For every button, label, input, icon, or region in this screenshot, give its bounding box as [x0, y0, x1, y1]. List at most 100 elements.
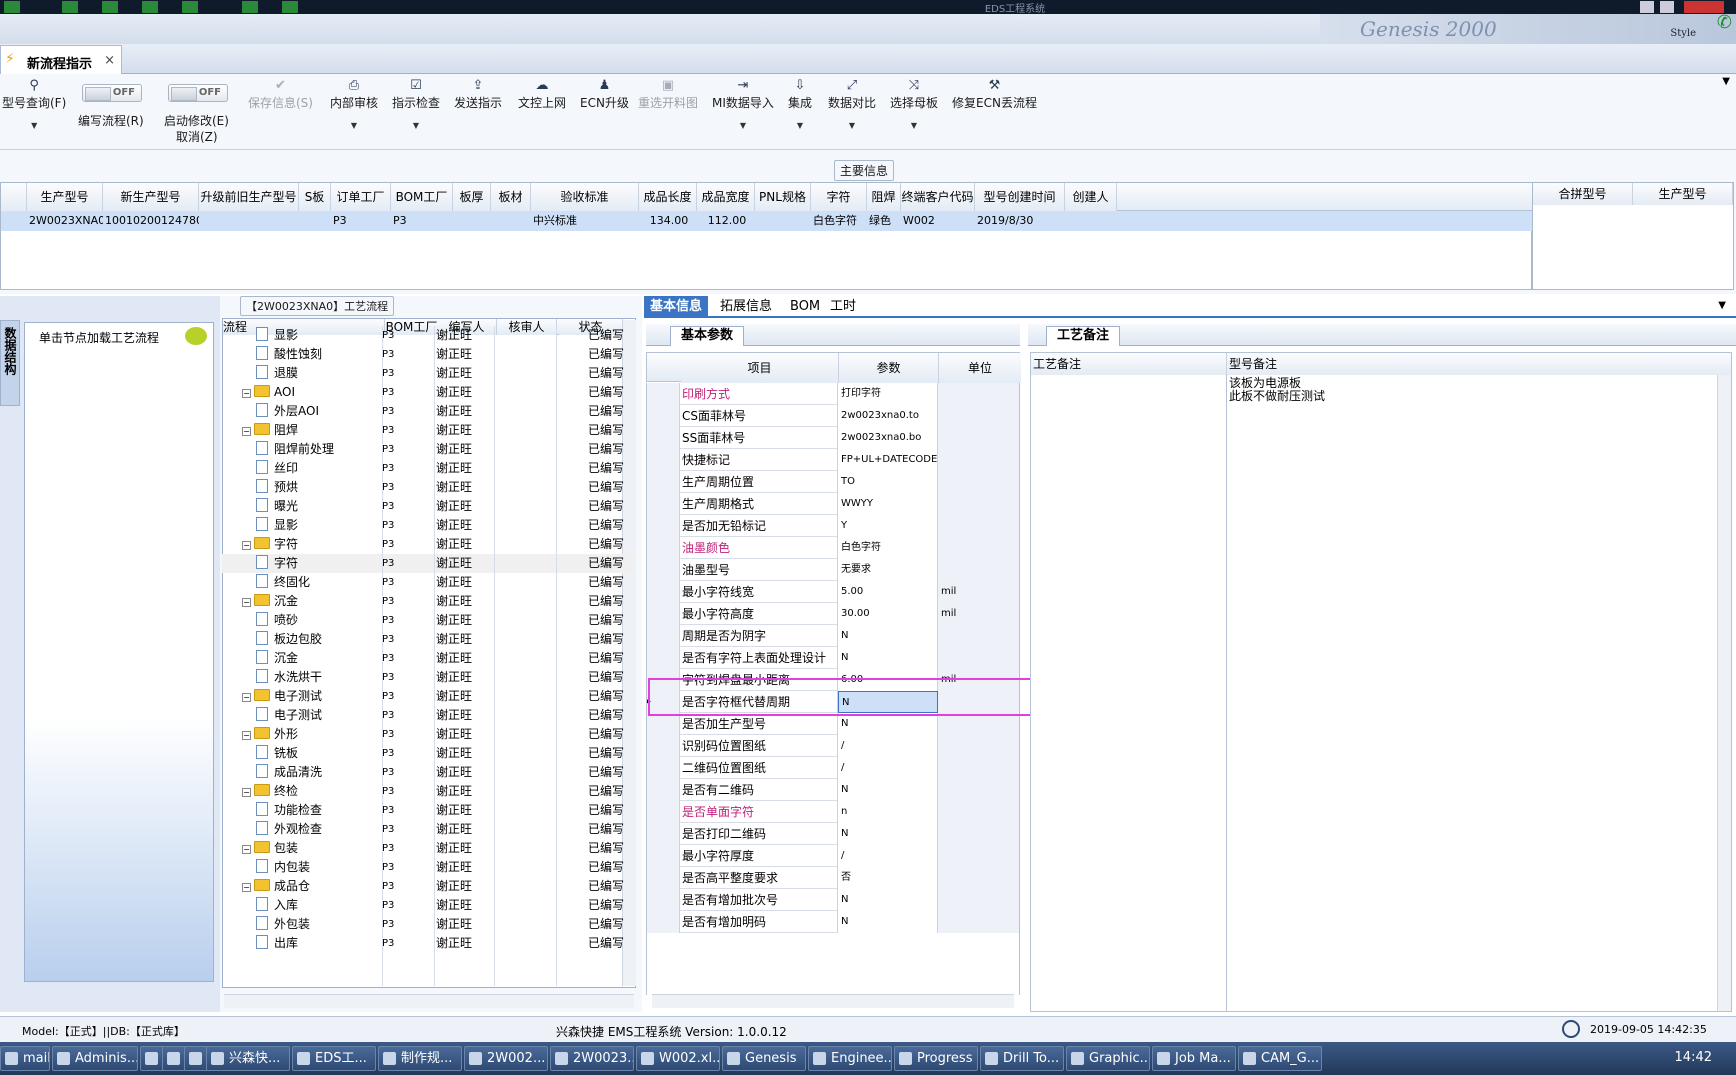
param-row[interactable]: 最小字符高度 30.00 mil [646, 603, 1020, 625]
param-row[interactable]: 生产周期格式 WWYY [646, 493, 1020, 515]
params-horizontal-scrollbar[interactable] [652, 994, 1014, 1008]
param-value[interactable]: N [838, 713, 938, 735]
tree-row[interactable]: − 电子测试 P3 谢正旺 已编写 [222, 687, 634, 706]
taskbar-item[interactable]: 制作规... [378, 1046, 462, 1071]
tree-row[interactable]: − 沉金 P3 谢正旺 已编写 [222, 592, 634, 611]
tree-row[interactable]: 退膜 P3 谢正旺 已编写 [222, 364, 634, 383]
taskbar-item[interactable]: Genesis [722, 1046, 806, 1071]
ecn-upgrade-button[interactable]: ♟ ECN升级 [580, 78, 629, 111]
taskbar-item[interactable]: Drill To... [980, 1046, 1064, 1071]
maximize-icon[interactable] [1660, 1, 1674, 13]
param-value[interactable]: 无要求 [838, 559, 938, 581]
main-col-header[interactable]: 型号创建时间 [975, 183, 1065, 211]
taskbar-item[interactable]: 兴森快... [206, 1046, 290, 1071]
tree-row[interactable]: − AOI P3 谢正旺 已编写 [222, 383, 634, 402]
param-value[interactable]: TO [838, 471, 938, 493]
param-value[interactable]: 2w0023xna0.bo [838, 427, 938, 449]
param-row[interactable]: 是否有字符上表面处理设计 N [646, 647, 1020, 669]
tree-row[interactable]: 板边包胶 P3 谢正旺 已编写 [222, 630, 634, 649]
row-indicator[interactable] [646, 427, 680, 449]
minimize-icon[interactable] [1640, 1, 1654, 13]
copy-icon[interactable] [142, 1, 158, 13]
integrate-button[interactable]: ⇩ 集成 ▼ [788, 78, 812, 130]
param-value[interactable]: N [838, 625, 938, 647]
taskbar-item[interactable]: 2W0023... [550, 1046, 634, 1071]
row-indicator[interactable] [1, 211, 27, 231]
param-row[interactable]: 印刷方式 打印字符 [646, 383, 1020, 405]
tree-row[interactable]: − 字符 P3 谢正旺 已编写 [222, 535, 634, 554]
tab-new-flow[interactable]: ⚡ 新流程指示 × [0, 45, 122, 74]
tab-basic-info[interactable]: 基本信息 [644, 296, 709, 318]
param-value[interactable]: N [838, 823, 938, 845]
collapse-icon[interactable]: − [242, 427, 251, 436]
sheet-icon[interactable] [182, 1, 198, 13]
taskbar-item[interactable] [140, 1046, 164, 1071]
main-col-header[interactable]: 创建人 [1065, 183, 1117, 211]
row-indicator[interactable] [646, 603, 680, 625]
row-indicator[interactable] [646, 845, 680, 867]
main-col-header[interactable]: PNL规格 [755, 183, 811, 211]
row-indicator[interactable] [646, 735, 680, 757]
taskbar-item[interactable]: Adminis... [52, 1046, 138, 1071]
tree-row[interactable]: 酸性蚀刻 P3 谢正旺 已编写 [222, 345, 634, 364]
param-row[interactable]: 是否加无铅标记 Y [646, 515, 1020, 537]
param-row[interactable]: 是否打印二维码 N [646, 823, 1020, 845]
row-indicator[interactable] [646, 823, 680, 845]
row-indicator[interactable] [646, 515, 680, 537]
row-indicator[interactable] [646, 713, 680, 735]
tree-row[interactable]: 预烘 P3 谢正旺 已编写 [222, 478, 634, 497]
tree-row[interactable]: 出库 P3 谢正旺 已编写 [222, 934, 634, 953]
row-indicator[interactable] [646, 493, 680, 515]
param-row[interactable]: 最小字符厚度 / [646, 845, 1020, 867]
process-note-field[interactable] [1031, 375, 1227, 1011]
main-col-header[interactable]: S板 [299, 183, 331, 211]
param-row[interactable]: 二维码位置图纸 / [646, 757, 1020, 779]
param-row[interactable]: 是否有增加明码 N [646, 911, 1020, 933]
collapse-icon[interactable]: − [242, 731, 251, 740]
param-row[interactable]: 生产周期位置 TO [646, 471, 1020, 493]
taskbar-item[interactable] [162, 1046, 186, 1071]
taskbar-item[interactable]: Graphic... [1066, 1046, 1150, 1071]
row-indicator[interactable] [646, 625, 680, 647]
taskbar-item[interactable]: 2W002... [464, 1046, 548, 1071]
tree-row[interactable]: 外包装 P3 谢正旺 已编写 [222, 915, 634, 934]
tree-row[interactable]: 曝光 P3 谢正旺 已编写 [222, 497, 634, 516]
param-value[interactable]: N [838, 889, 938, 911]
select-master-button[interactable]: ⤨ 选择母板 ▼ [890, 78, 938, 130]
main-col-header[interactable]: 字符 [811, 183, 867, 211]
instr-check-button[interactable]: ☑ 指示检查 ▼ [392, 78, 440, 130]
prod-model-header[interactable]: 生产型号 [1633, 183, 1733, 205]
tab-work-hours[interactable]: 工时 [824, 296, 862, 318]
param-row[interactable]: CS面菲林号 2w0023xna0.to [646, 405, 1020, 427]
tree-row[interactable]: 外观检查 P3 谢正旺 已编写 [222, 820, 634, 839]
param-row[interactable]: 周期是否为阴字 N [646, 625, 1020, 647]
main-col-header[interactable]: 阻焊 [867, 183, 901, 211]
param-row[interactable]: 油墨颜色 白色字符 [646, 537, 1020, 559]
taskbar-item[interactable]: mail [0, 1046, 50, 1071]
user-icon[interactable] [242, 1, 258, 13]
param-value[interactable]: N [838, 647, 938, 669]
param-row[interactable]: 识别码位置图纸 / [646, 735, 1020, 757]
tree-row[interactable]: − 包装 P3 谢正旺 已编写 [222, 839, 634, 858]
param-value[interactable]: FP+UL+DATECODE [838, 449, 938, 471]
row-indicator[interactable] [646, 757, 680, 779]
row-indicator[interactable] [646, 471, 680, 493]
main-col-header[interactable]: 终端客户代码 [901, 183, 975, 211]
close-tab-icon[interactable]: × [104, 53, 115, 68]
taskbar-item[interactable]: EDS工... [292, 1046, 376, 1071]
param-value[interactable]: / [838, 757, 938, 779]
chart-icon[interactable] [282, 1, 298, 13]
model-note-field[interactable]: 该板为电源板 此板不做耐压测试 [1229, 377, 1711, 997]
table-row[interactable]: 2W0023XNA0 10010200124780 P3 P3 中兴标准 134.00 11… [1, 211, 1533, 231]
notes-vertical-scrollbar[interactable] [1717, 375, 1731, 1011]
main-col-header[interactable]: 升级前旧生产型号 [199, 183, 299, 211]
row-indicator[interactable] [646, 647, 680, 669]
param-row[interactable]: 是否单面字符 n [646, 801, 1020, 823]
merge-model-header[interactable]: 合拼型号 [1533, 183, 1633, 205]
close-icon[interactable] [1684, 1, 1724, 13]
chevron-down-icon[interactable]: ▼ [1722, 76, 1730, 87]
tree-row[interactable]: − 终检 P3 谢正旺 已编写 [222, 782, 634, 801]
scissors-icon[interactable] [62, 1, 78, 13]
row-indicator[interactable] [646, 383, 680, 405]
param-value[interactable]: / [838, 845, 938, 867]
